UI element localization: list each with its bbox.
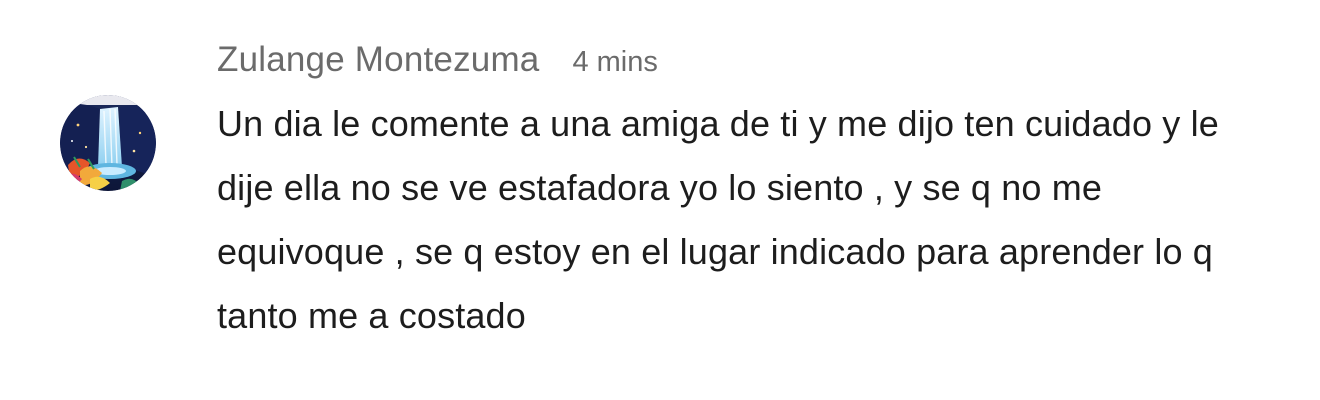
- waterfall-avatar-icon: [60, 95, 156, 191]
- comment: Zulange Montezuma 4 mins Un dia le comen…: [0, 0, 1320, 400]
- author-name[interactable]: Zulange Montezuma: [217, 40, 539, 80]
- comment-header: Zulange Montezuma 4 mins: [217, 40, 658, 84]
- comment-text: Un dia le comente a una amiga de ti y me…: [217, 103, 1219, 336]
- timestamp: 4 mins: [572, 46, 658, 78]
- avatar[interactable]: [60, 95, 156, 191]
